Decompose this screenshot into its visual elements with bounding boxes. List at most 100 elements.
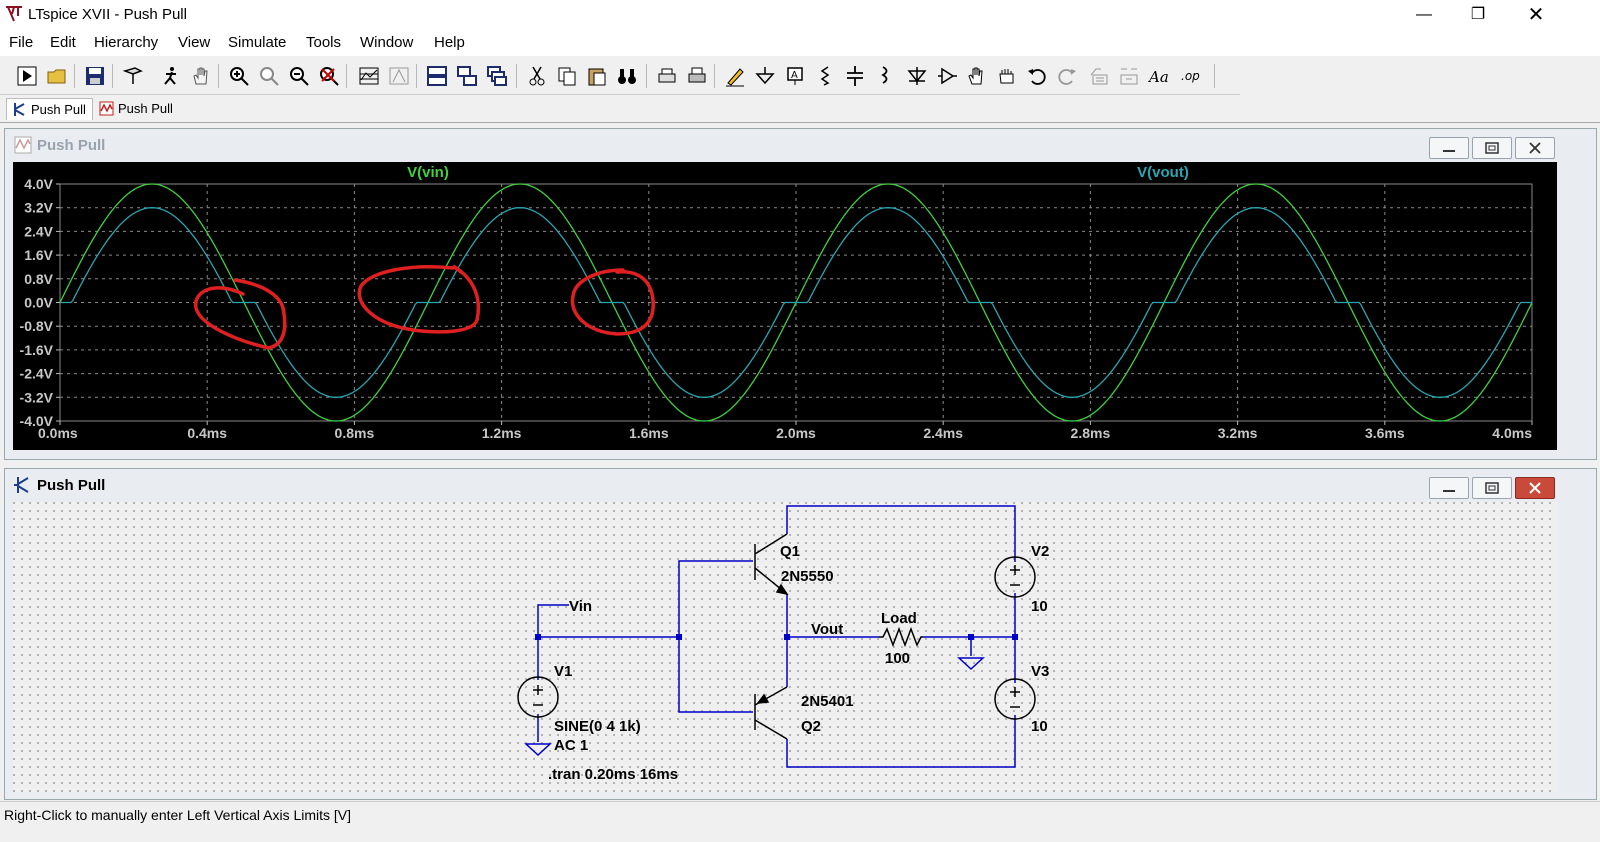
tile-horizontal-icon[interactable] <box>424 63 450 89</box>
y-tick-label[interactable]: -0.8V <box>20 318 54 334</box>
tab-schematic[interactable]: Push Pull <box>6 98 93 120</box>
print-icon[interactable] <box>684 63 710 89</box>
zoom-full-icon[interactable] <box>256 63 282 89</box>
schematic-window-titlebar: Push Pull <box>5 469 1596 501</box>
q2-model-label[interactable]: 2N5401 <box>801 693 854 710</box>
zoom-out-icon[interactable] <box>286 63 312 89</box>
y-tick-label[interactable]: 3.2V <box>24 200 53 216</box>
waveform-plot[interactable]: 0.0ms 0.4ms 0.8ms 1.2ms 1.6ms 2.0ms 2.4ms 2.8ms… <box>13 162 1557 450</box>
control-panel-icon[interactable] <box>120 63 146 89</box>
load-name-label[interactable]: Load <box>881 610 917 627</box>
y-tick-label[interactable]: -4.0V <box>20 413 54 429</box>
ground-icon[interactable] <box>752 63 778 89</box>
q1-model-label[interactable]: 2N5550 <box>781 568 834 585</box>
diode-icon[interactable] <box>904 63 930 89</box>
v2-name-label[interactable]: V2 <box>1031 543 1049 560</box>
q2-name-label[interactable]: Q2 <box>801 718 821 735</box>
v1-ac-label[interactable]: AC 1 <box>554 737 588 754</box>
svg-text:Aa: Aa <box>1148 68 1169 86</box>
autorange-icon[interactable] <box>356 63 382 89</box>
toolbar-separator <box>646 64 647 88</box>
y-tick-label[interactable]: -3.2V <box>20 389 54 405</box>
menu-view[interactable]: View <box>178 34 210 51</box>
menu-simulate[interactable]: Simulate <box>228 34 286 51</box>
copy-icon[interactable] <box>554 63 580 89</box>
schematic-close-button[interactable] <box>1515 477 1555 499</box>
junction-dot <box>784 634 790 640</box>
toolbar-separator <box>1214 64 1215 88</box>
menu-window[interactable]: Window <box>360 34 413 51</box>
pan-hand-icon[interactable] <box>188 63 214 89</box>
maximize-button[interactable]: ❐ <box>1456 4 1500 26</box>
y-tick-label[interactable]: 0.8V <box>24 271 53 287</box>
schematic-icon <box>14 477 29 493</box>
zoom-in-icon[interactable] <box>226 63 252 89</box>
toolbar-separator <box>74 64 75 88</box>
save-icon[interactable] <box>82 63 108 89</box>
redo-icon[interactable] <box>1054 63 1080 89</box>
capacitor-icon[interactable] <box>842 63 868 89</box>
inductor-icon[interactable] <box>872 63 898 89</box>
find-binoculars-icon[interactable] <box>614 63 640 89</box>
x-tick-label: 0.8ms <box>335 425 375 441</box>
halt-run-icon[interactable] <box>158 63 184 89</box>
load-value-label[interactable]: 100 <box>885 650 910 667</box>
text-icon[interactable]: Aa <box>1146 63 1172 89</box>
menu-help[interactable]: Help <box>434 34 465 51</box>
y-tick-label[interactable]: -2.4V <box>20 366 54 382</box>
v1-name-label[interactable]: V1 <box>554 663 572 680</box>
run-icon[interactable] <box>14 63 40 89</box>
y-tick-label[interactable]: 0.0V <box>24 295 53 311</box>
undo-icon[interactable] <box>1024 63 1050 89</box>
y-tick-label[interactable]: 1.6V <box>24 247 53 263</box>
junction-dot <box>535 634 541 640</box>
waveform-restore-button[interactable] <box>1472 137 1512 159</box>
cascade-windows-icon[interactable] <box>484 63 510 89</box>
menu-hierarchy[interactable]: Hierarchy <box>94 34 158 51</box>
resistor-icon[interactable] <box>812 63 838 89</box>
schematic-icon <box>14 103 25 116</box>
v2-value-label[interactable]: 10 <box>1031 598 1048 615</box>
menu-tools[interactable]: Tools <box>306 34 341 51</box>
schematic-restore-button[interactable] <box>1472 477 1512 499</box>
minimize-button[interactable]: — <box>1402 4 1446 26</box>
cut-scissors-icon[interactable] <box>524 63 550 89</box>
y-tick-label[interactable]: -1.6V <box>20 342 54 358</box>
y-tick-label[interactable]: 4.0V <box>24 176 53 192</box>
menu-edit[interactable]: Edit <box>50 34 76 51</box>
spice-directive-label[interactable]: .tran 0.20ms 16ms <box>548 766 678 783</box>
legend-entry-0[interactable]: V(vin) <box>407 164 449 181</box>
tab-waveform[interactable]: Push Pull <box>94 98 179 119</box>
rotate-icon[interactable] <box>1086 63 1112 89</box>
move-hand-icon[interactable] <box>964 63 990 89</box>
schematic-minimize-button[interactable] <box>1429 477 1469 499</box>
spice-directive-icon[interactable]: .op <box>1178 63 1204 89</box>
x-tick-label: 2.0ms <box>776 425 816 441</box>
schematic-canvas[interactable]: Vin Vout Q1 2N5550 2N5401 Q2 V1 SINE(0 4… <box>13 502 1557 792</box>
v3-value-label[interactable]: 10 <box>1031 718 1048 735</box>
draw-wire-pencil-icon[interactable] <box>722 63 748 89</box>
print-setup-icon[interactable] <box>654 63 680 89</box>
open-folder-icon[interactable] <box>44 63 70 89</box>
v3-name-label[interactable]: V3 <box>1031 663 1049 680</box>
close-button[interactable]: ✕ <box>1514 4 1558 26</box>
waveform-close-button[interactable] <box>1515 137 1555 159</box>
component-icon[interactable] <box>934 63 960 89</box>
vin-net-label[interactable]: Vin <box>569 598 592 615</box>
vout-net-label[interactable]: Vout <box>811 621 843 638</box>
mirror-icon[interactable] <box>1116 63 1142 89</box>
zoom-cancel-icon[interactable] <box>316 63 342 89</box>
q1-name-label[interactable]: Q1 <box>780 543 800 560</box>
tile-vertical-icon[interactable] <box>454 63 480 89</box>
annotation-red-circle <box>194 278 287 350</box>
mark-reference-icon[interactable] <box>386 63 412 89</box>
waveform-minimize-button[interactable] <box>1429 137 1469 159</box>
x-tick-label: 1.6ms <box>629 425 669 441</box>
menu-file[interactable]: File <box>9 34 33 51</box>
legend-entry-1[interactable]: V(vout) <box>1137 164 1189 181</box>
v1-value-label[interactable]: SINE(0 4 1k) <box>554 718 641 735</box>
label-net-icon[interactable]: A <box>782 63 808 89</box>
paste-icon[interactable] <box>584 63 610 89</box>
drag-hand-icon[interactable] <box>994 63 1020 89</box>
y-tick-label[interactable]: 2.4V <box>24 223 53 239</box>
